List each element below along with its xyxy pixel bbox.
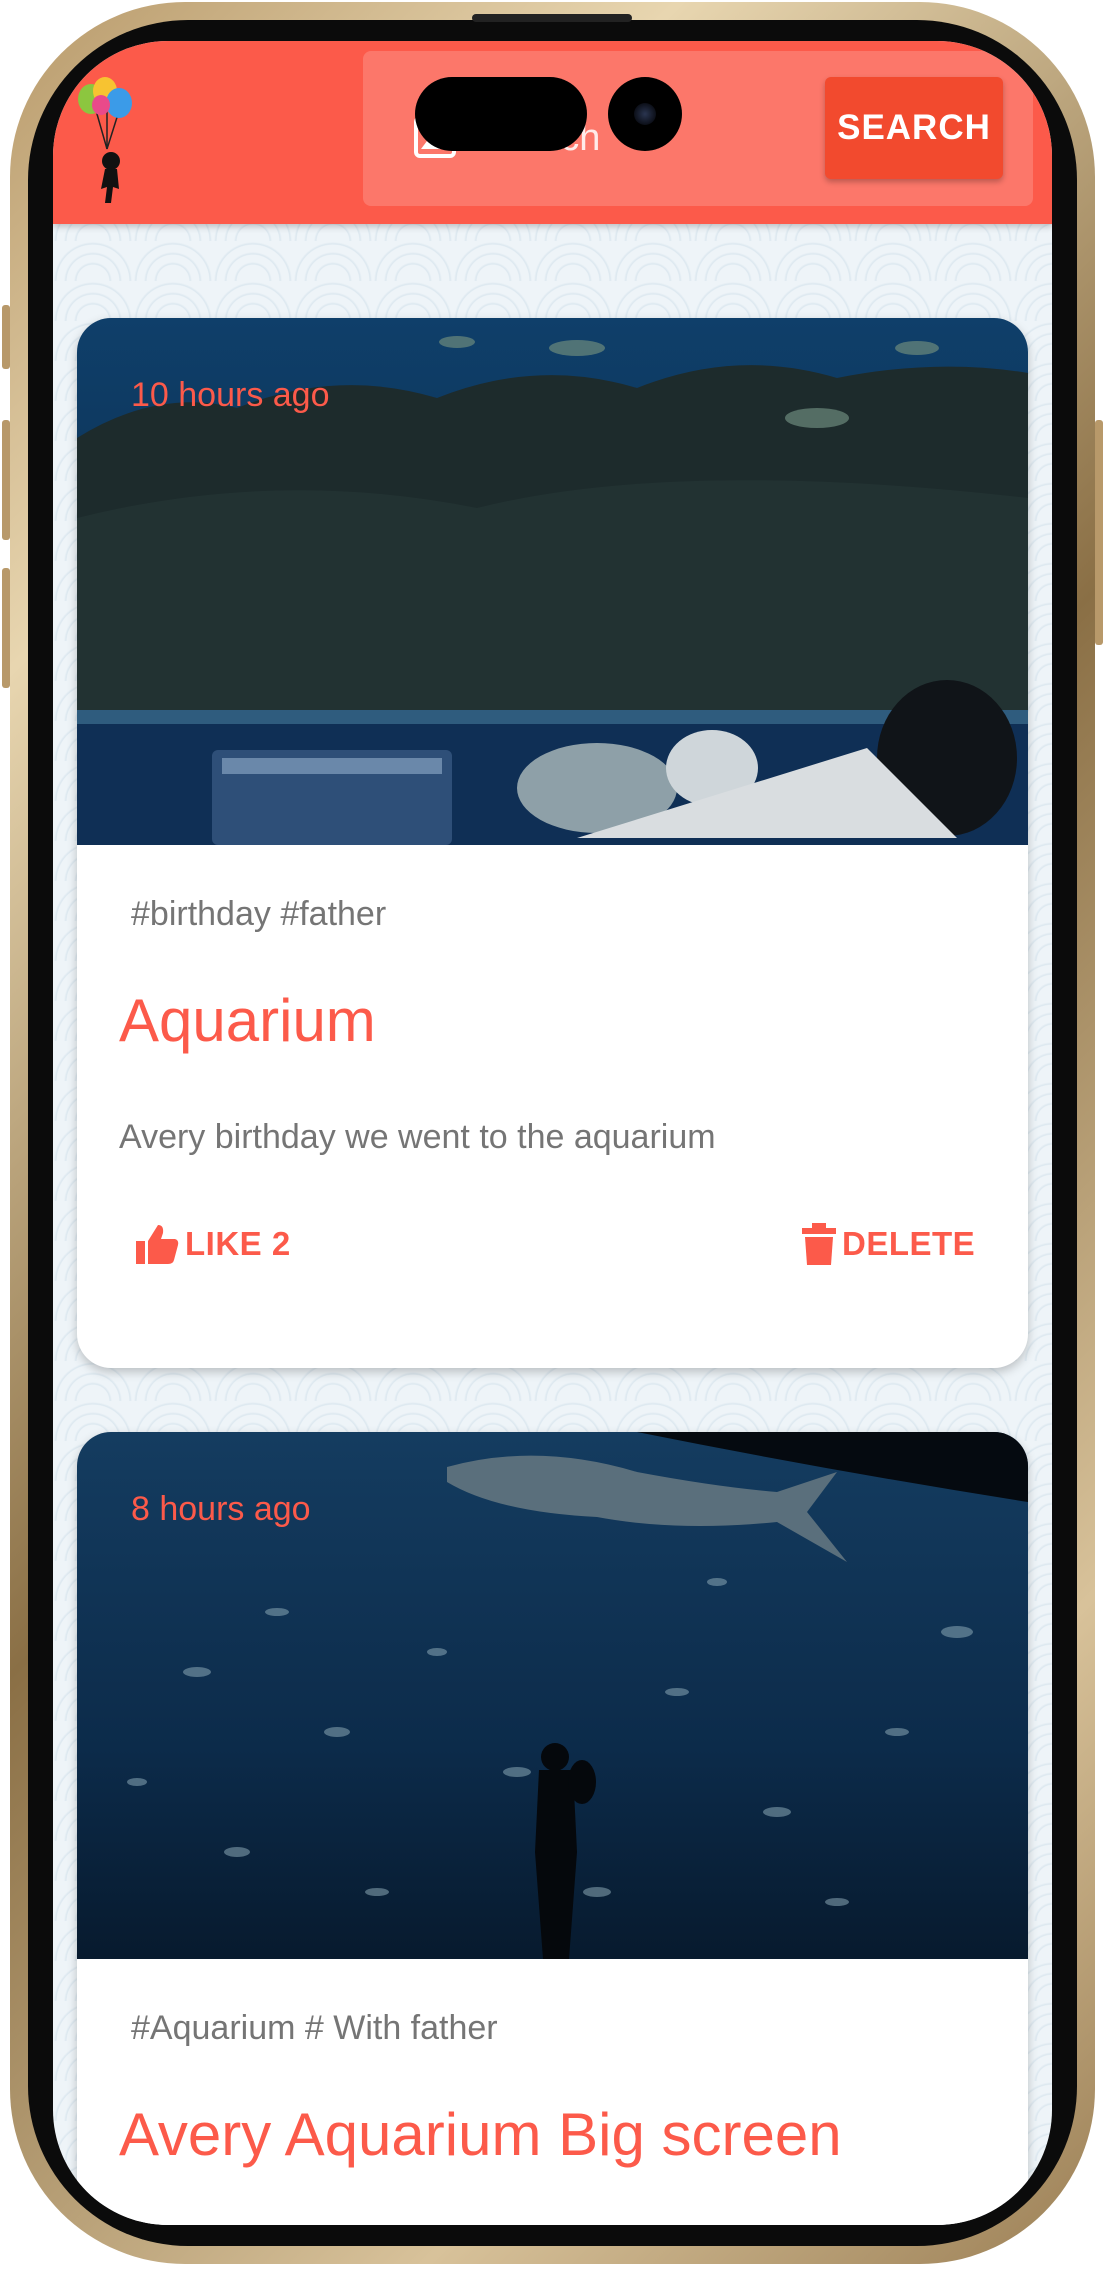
front-camera: [608, 77, 682, 151]
thumbs-up-icon: [136, 1225, 179, 1264]
like-label: LIKE 2: [185, 1225, 291, 1262]
post-description: Avery birthday we went to the aquarium: [119, 1118, 716, 1156]
post-title: Aquarium: [119, 987, 376, 1054]
volume-down-button: [2, 568, 10, 688]
post-timestamp: 10 hours ago: [131, 376, 330, 414]
dynamic-island: [415, 77, 587, 151]
power-button: [1095, 420, 1103, 645]
trash-icon: [802, 1223, 836, 1265]
balloon-boy-logo-icon[interactable]: [75, 77, 145, 205]
post-title: Avery Aquarium Big screen: [119, 2101, 842, 2168]
volume-up-button: [2, 420, 10, 540]
post-card: 8 hours ago #Aquarium # With father Aver…: [77, 1432, 1028, 2225]
post-hashtags: #birthday #father: [131, 895, 387, 933]
post-card: 10 hours ago #birthday #father Aquarium …: [77, 318, 1028, 1368]
post-image-aquarium-child[interactable]: 10 hours ago: [77, 318, 1028, 845]
search-button[interactable]: SEARCH: [825, 77, 1003, 179]
post-timestamp: 8 hours ago: [131, 1490, 311, 1528]
delete-label: DELETE: [842, 1225, 976, 1262]
delete-button[interactable]: DELETE: [802, 1223, 975, 1265]
post-hashtags: #Aquarium # With father: [131, 2009, 498, 2047]
mute-switch: [2, 305, 10, 369]
post-image-aquarium-whale-shark[interactable]: 8 hours ago: [77, 1432, 1028, 1959]
app-screen: SEARCH: [53, 41, 1052, 2225]
speaker-grille: [472, 14, 632, 22]
like-button[interactable]: LIKE 2: [135, 1223, 291, 1265]
